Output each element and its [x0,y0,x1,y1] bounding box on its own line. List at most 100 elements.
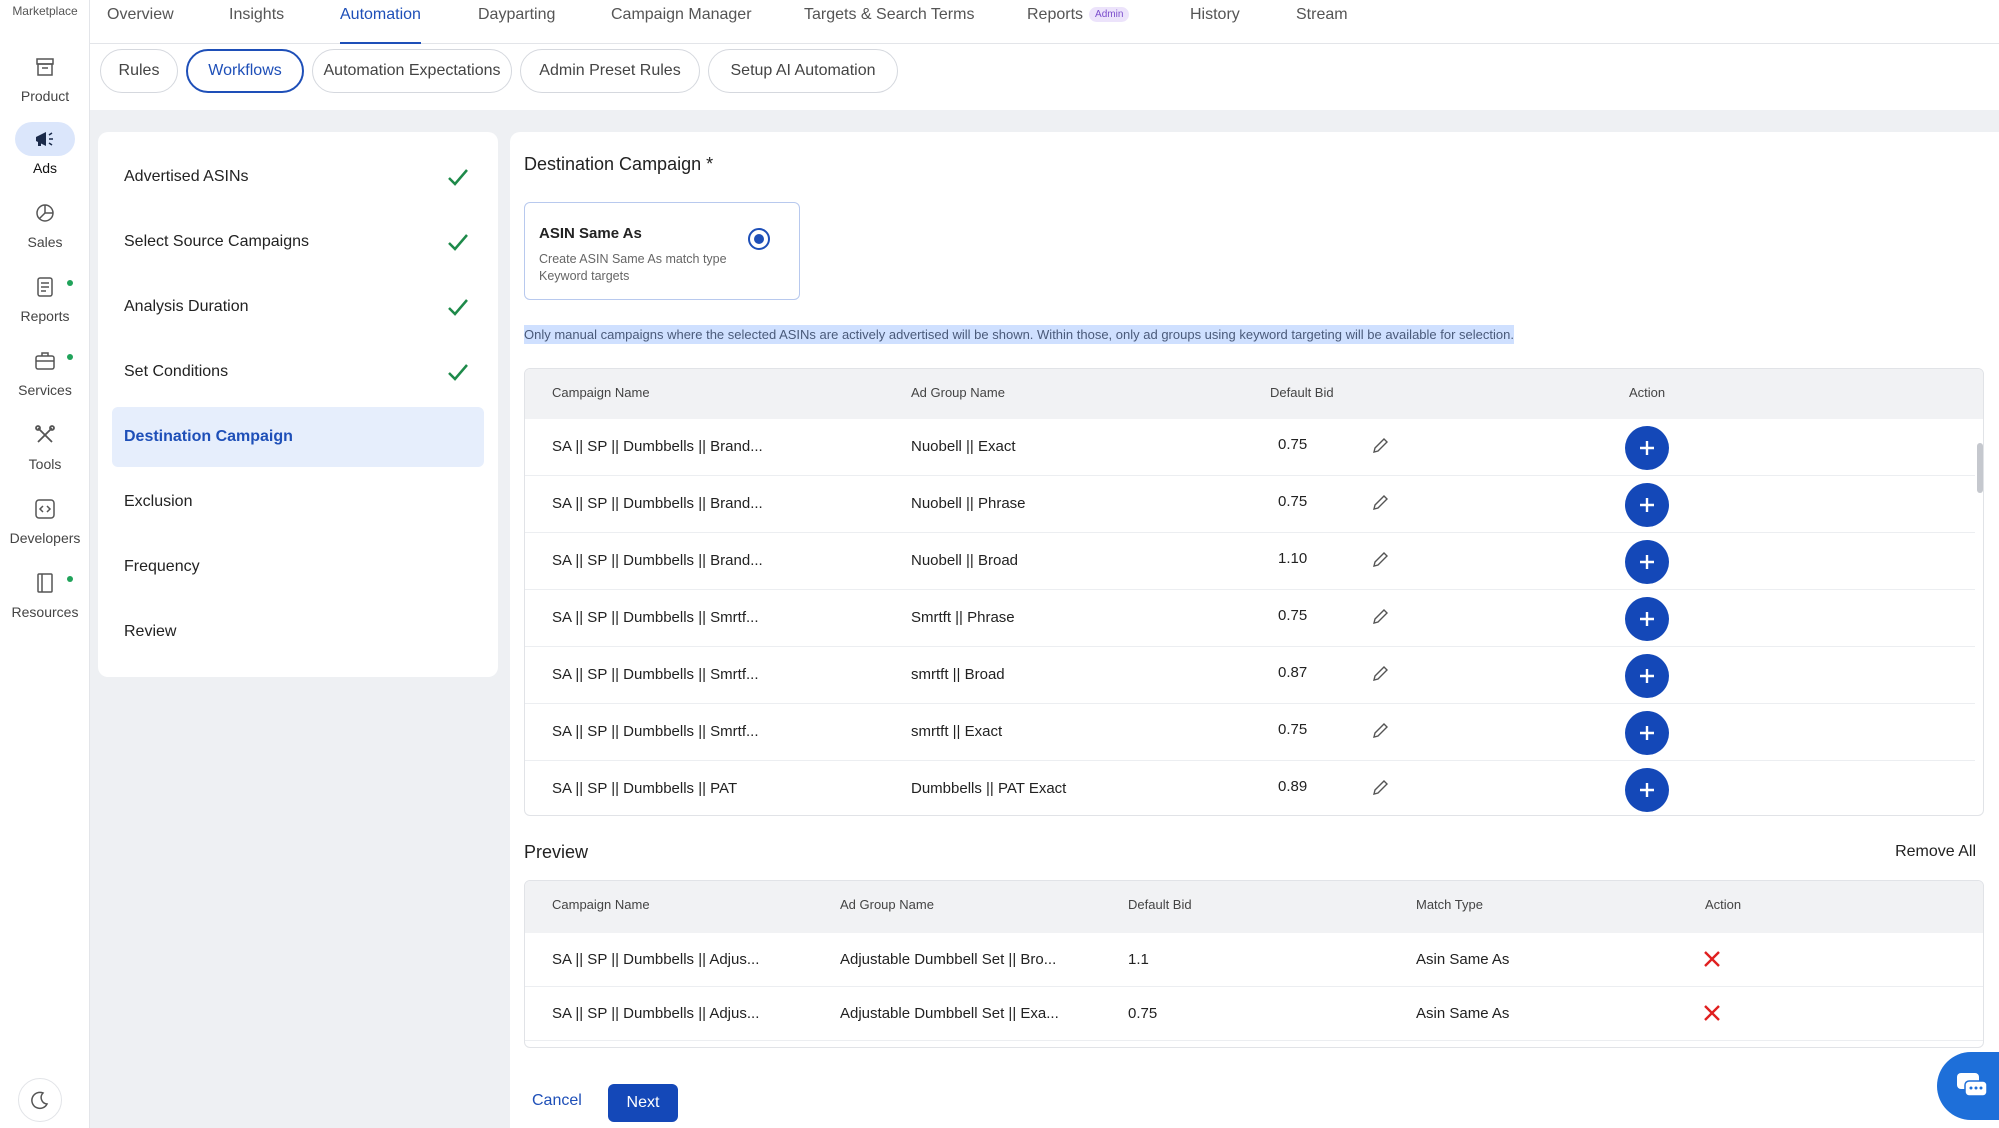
rail-item-resources[interactable]: Resources [0,566,90,636]
ad-group-name: smrtft || Broad [911,666,1005,683]
rail-label: Product [20,88,70,104]
close-icon[interactable] [1702,949,1722,969]
pencil-icon[interactable] [1370,664,1390,684]
theme-toggle-moon-icon[interactable] [18,1078,62,1122]
add-button[interactable] [1625,768,1669,812]
plus-icon [1640,669,1654,683]
radio-selected[interactable] [748,228,770,250]
rail-label: Tools [28,456,62,472]
match-type: Asin Same As [1416,951,1510,968]
briefcase-icon [15,344,75,378]
pencil-icon[interactable] [1370,493,1390,513]
add-button[interactable] [1625,540,1669,584]
step-exclusion[interactable]: Exclusion [112,472,484,532]
step-label: Frequency [124,558,200,575]
add-button[interactable] [1625,654,1669,698]
step-label: Destination Campaign [124,428,293,445]
step-frequency[interactable]: Frequency [112,537,484,597]
default-bid: 1.1 [1128,951,1149,968]
next-button[interactable]: Next [608,1084,678,1122]
workflow-steps-panel: Advertised ASINs Select Source Campaigns… [98,132,498,677]
campaign-name: SA || SP || Dumbbells || Smrtf... [552,609,759,626]
table-row: SA || SP || Dumbbells || Adjus... Adjust… [525,987,1983,1041]
pencil-icon[interactable] [1370,721,1390,741]
step-analysis-duration[interactable]: Analysis Duration [112,277,484,337]
rail-item-reports[interactable]: Reports [0,270,90,340]
rail-item-tools[interactable]: Tools [0,418,90,488]
table-scrollbar[interactable] [1977,443,1983,493]
rail-item-sales[interactable]: Sales [0,196,90,266]
destination-heading: Destination Campaign * [524,154,714,174]
step-set-conditions[interactable]: Set Conditions [112,342,484,402]
step-label: Review [124,623,177,640]
default-bid: 0.89 [1278,778,1308,795]
col-campaign-name: Campaign Name [552,385,650,400]
tab-targets-search-terms[interactable]: Targets & Search Terms [804,6,974,44]
check-icon [448,299,468,316]
step-advertised-asins[interactable]: Advertised ASINs [112,147,484,207]
plus-icon [1640,612,1654,626]
pencil-icon[interactable] [1370,607,1390,627]
tab-automation[interactable]: Automation [340,6,421,44]
close-icon[interactable] [1702,1003,1722,1023]
info-note: Only manual campaigns where the selected… [524,325,1514,344]
rail-item-services[interactable]: Services [0,344,90,414]
rail-label: Sales [27,234,63,250]
tab-dayparting[interactable]: Dayparting [478,6,555,44]
step-destination-campaign[interactable]: Destination Campaign [112,407,484,467]
rail-label: Resources [11,604,79,620]
asin-same-as-option[interactable]: ASIN Same As Create ASIN Same As match t… [524,202,800,300]
remove-all-button[interactable]: Remove All [1895,843,1976,861]
tab-reports[interactable]: Reports Admin [1027,6,1130,44]
sub-tab-bar: Rules Workflows Automation Expectations … [90,44,1999,110]
step-select-source-campaigns[interactable]: Select Source Campaigns [112,212,484,272]
ad-group-name: smrtft || Exact [911,723,1003,740]
tab-insights[interactable]: Insights [229,6,284,44]
col-action: Action [1705,897,1742,912]
rail-item-ads[interactable]: Ads [0,122,90,192]
default-bid: 0.75 [1278,436,1308,453]
chat-widget[interactable] [1937,1052,1999,1120]
megaphone-icon [15,122,75,156]
add-button[interactable] [1625,483,1669,527]
plus-icon [1640,726,1654,740]
subtab-setup-ai-automation[interactable]: Setup AI Automation [708,49,898,93]
subtab-automation-expectations[interactable]: Automation Expectations [312,49,512,93]
default-bid: 0.75 [1128,1005,1158,1022]
step-review[interactable]: Review [112,602,484,662]
ad-group-name: Adjustable Dumbbell Set || Bro... [840,951,1057,968]
ad-group-name: Adjustable Dumbbell Set || Exa... [840,1005,1059,1022]
default-bid: 0.75 [1278,493,1308,510]
tab-overview[interactable]: Overview [107,6,174,44]
campaign-table: Campaign Name Ad Group Name Default Bid … [524,368,1984,816]
step-label: Select Source Campaigns [124,233,309,250]
subtab-workflows[interactable]: Workflows [186,49,304,93]
report-icon [15,270,75,304]
cancel-button[interactable]: Cancel [532,1092,582,1110]
pencil-icon[interactable] [1370,778,1390,798]
add-button[interactable] [1625,426,1669,470]
rail-label: Reports [20,308,70,324]
table-row: SA || SP || Dumbbells || Adjus... Adjust… [525,933,1983,987]
campaign-name: SA || SP || Dumbbells || Brand... [552,552,763,569]
add-button[interactable] [1625,711,1669,755]
pencil-icon[interactable] [1370,436,1390,456]
ad-group-name: Dumbbells || PAT Exact [911,780,1067,797]
subtab-rules[interactable]: Rules [100,49,178,93]
col-match-type: Match Type [1416,897,1483,912]
preview-table: Campaign Name Ad Group Name Default Bid … [524,880,1984,1048]
tab-history[interactable]: History [1190,6,1240,44]
admin-badge: Admin [1089,7,1130,23]
plus-icon [1640,498,1654,512]
rail-label: Ads [32,160,58,176]
tab-campaign-manager[interactable]: Campaign Manager [611,6,752,44]
tab-stream[interactable]: Stream [1296,6,1348,44]
pencil-icon[interactable] [1370,550,1390,570]
add-button[interactable] [1625,597,1669,641]
check-icon [448,169,468,186]
subtab-admin-preset-rules[interactable]: Admin Preset Rules [520,49,700,93]
default-bid: 1.10 [1278,550,1308,567]
rail-item-product[interactable]: Product [0,50,90,120]
check-icon [448,364,468,381]
rail-item-developers[interactable]: Developers [0,492,90,562]
